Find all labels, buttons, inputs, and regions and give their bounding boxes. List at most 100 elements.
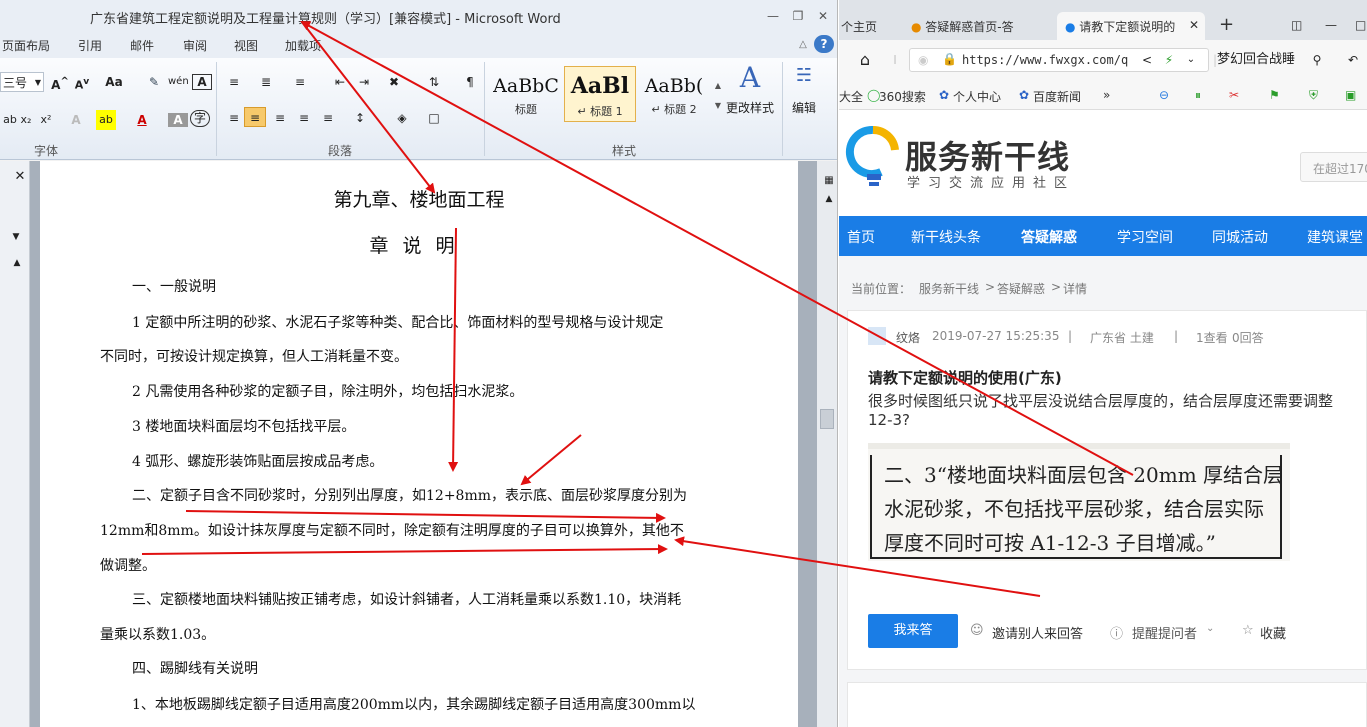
text-effects-icon[interactable]: A [66,110,86,130]
show-marks-icon[interactable]: ¶ [460,72,480,92]
decrease-indent-icon[interactable]: ⇤ [330,72,350,92]
tab-review[interactable]: 审阅 [183,37,207,54]
scroll-up-icon[interactable]: ▲ [819,189,837,209]
nav-item-events[interactable]: 同城活动 [1212,227,1268,247]
maximize-icon[interactable]: □ [1347,12,1367,40]
character-border-icon[interactable]: A [192,74,212,90]
clear-format-icon[interactable]: ✎ [144,72,164,92]
url-dropdown-icon[interactable]: ⌄ [1181,50,1201,70]
style-heading-2[interactable]: AaBb( ↵ 标题 2 [638,66,710,122]
tab-page-layout[interactable]: 页面布局 [2,37,50,54]
font-size-select[interactable]: 三号 ▼ [0,72,44,92]
nav-item-class[interactable]: 建筑课堂 [1307,227,1363,247]
game-icon[interactable]: ▣ [1345,88,1356,102]
back-icon[interactable]: ↶ [1343,50,1363,70]
nav-item-headline[interactable]: 新干线头条 [911,227,981,247]
font-color-icon[interactable]: A [132,110,152,130]
restore-button[interactable]: ❐ [789,7,807,25]
document-page[interactable]: 第九章、楼地面工程 章说明 一、一般说明 1 定额中所注明的砂浆、水泥石子浆等种… [40,161,798,727]
align-right-icon[interactable]: ≡ [270,108,290,128]
style-scroll-up-icon[interactable]: ▲ [708,76,728,96]
ruler-toggle-icon[interactable]: ▦ [819,171,837,191]
change-case-icon[interactable]: Aa [104,72,124,92]
share-icon[interactable]: < [1137,50,1157,70]
translate-icon[interactable]: ⚑ [1269,88,1280,102]
question-user[interactable]: 纹烙 [896,329,920,346]
align-left-icon[interactable]: ≡ [224,108,244,128]
more-bookmarks-icon[interactable]: » [1103,88,1110,102]
bookmark-item[interactable]: 个人中心 [953,88,1001,105]
question-image[interactable]: 二、3“楼地面块料面层包含 20mm 厚结合层 水泥砂浆，不包括找平层砂浆，结合… [868,443,1290,561]
bookmark-item[interactable]: 360搜索 [879,88,926,105]
numbering-icon[interactable]: ≣ [256,72,276,92]
nav-item-home[interactable]: 首页 [847,227,875,247]
bookmark-item[interactable]: 大全 [839,88,863,105]
ribbon-collapse-icon[interactable]: △ [793,35,813,55]
search-box[interactable]: 梦幻回合战睡 [1217,50,1295,70]
nav-item-study[interactable]: 学习空间 [1117,227,1173,247]
highlight-icon[interactable]: ab [96,110,116,130]
help-icon[interactable]: ? [814,35,834,53]
browser-tab-active[interactable]: ● 请教下定额说明的 ✕ [1057,12,1205,40]
subscript-icon[interactable]: x₂ [16,110,36,130]
close-pane-icon[interactable]: ✕ [10,167,30,187]
find-binoculars-icon[interactable]: ☵ [794,66,814,86]
sort-icon[interactable]: ⇅ [424,72,444,92]
align-center-icon[interactable]: ≡ [244,107,266,127]
browser-tab[interactable]: ● 答疑解惑首页-答 [903,12,1022,40]
minus-circle-icon[interactable]: ⊖ [1159,88,1169,102]
borders-icon[interactable]: □ [424,108,444,128]
tab-addins[interactable]: 加载项 [285,37,321,54]
shrink-font-icon[interactable]: Av [72,72,92,92]
speed-icon[interactable]: ⚡ [1159,50,1179,70]
answer-button[interactable]: 我来答 [868,614,958,648]
nav-item-qa[interactable]: 答疑解惑 [1021,227,1077,247]
site-logo-icon[interactable] [845,124,901,192]
breadcrumb-link[interactable]: 答疑解惑 [997,280,1045,297]
close-tab-icon[interactable]: ✕ [1189,18,1199,32]
tab-references[interactable]: 引用 [78,37,102,54]
home-icon[interactable]: ⌂ [855,50,875,70]
minimize-button[interactable]: — [764,7,782,25]
enclose-characters-icon[interactable]: 字 [190,110,210,127]
tab-menu-icon[interactable]: ◫ [1283,12,1310,40]
distributed-icon[interactable]: ≡ [318,108,338,128]
bookmark-item[interactable]: 百度新闻 [1033,88,1081,105]
shield-icon[interactable]: ⛨ [1309,88,1318,103]
pane-dropdown-icon[interactable]: ▼ [6,227,26,247]
scrollbar-thumb[interactable] [820,409,834,429]
new-tab-icon[interactable]: + [1211,12,1242,40]
close-button[interactable]: ✕ [814,7,832,25]
change-styles-label[interactable]: 更改样式 [726,98,774,118]
multilevel-list-icon[interactable]: ≡ [290,72,310,92]
grow-font-icon[interactable]: A^ [50,72,70,92]
scissors-icon[interactable]: ✂ [1229,88,1239,102]
superscript-icon[interactable]: x² [36,110,56,130]
edit-label[interactable]: 编辑 [792,98,816,118]
avatar[interactable] [868,327,886,345]
tab-mailings[interactable]: 邮件 [130,37,154,54]
change-styles-icon[interactable]: A [728,62,772,94]
justify-icon[interactable]: ≡ [294,108,314,128]
tab-view[interactable]: 视图 [234,37,258,54]
increase-indent-icon[interactable]: ⇥ [354,72,374,92]
bullets-icon[interactable]: ≡ [224,72,244,92]
pause-circle-icon[interactable]: ⏸ [1195,88,1201,103]
browser-tab[interactable]: 个主页 [839,12,885,40]
minimize-icon[interactable]: — [1317,12,1345,40]
phonetic-guide-icon[interactable]: wén [168,72,189,92]
site-search-input[interactable]: 在超过170 [1300,152,1367,182]
pane-scroll-up-icon[interactable]: ▲ [7,253,27,273]
invite-answer-link[interactable]: 邀请别人来回答 [992,623,1083,642]
breadcrumb-link[interactable]: 服务新干线 [919,280,979,297]
style-title[interactable]: AaBbC 标题 [490,66,562,122]
chevron-down-icon[interactable]: ⌄ [1206,623,1214,634]
search-icon[interactable]: ⚲ [1307,50,1327,70]
asian-layout-icon[interactable]: ✖ [384,72,404,92]
style-heading-1[interactable]: AaBl ↵ 标题 1 [564,66,636,122]
line-spacing-icon[interactable]: ↕ [350,108,370,128]
favorite-link[interactable]: 收藏 [1260,623,1286,642]
character-shading-icon[interactable]: A [168,113,188,127]
style-scroll-down-icon[interactable]: ▼ [708,96,728,116]
vertical-scrollbar[interactable]: ▦ ▲ [817,161,837,727]
